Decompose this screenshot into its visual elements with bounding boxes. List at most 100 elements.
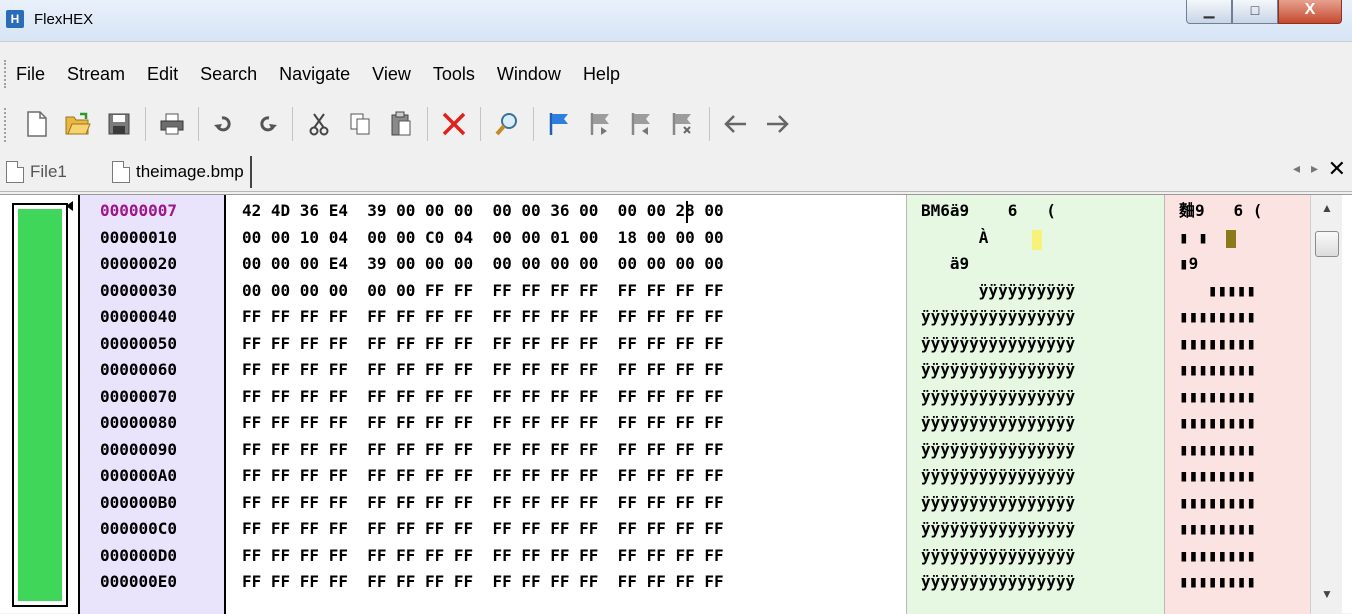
redo-button[interactable] <box>251 109 281 139</box>
scroll-up-icon[interactable]: ▲ <box>1311 201 1343 223</box>
scroll-down-icon[interactable]: ▼ <box>1311 587 1343 609</box>
tab-scroll-right-icon[interactable]: ▸ <box>1311 160 1318 177</box>
print-button[interactable] <box>157 109 187 139</box>
menu-window[interactable]: Window <box>497 64 561 85</box>
ascii-row-text[interactable]: ÿÿÿÿÿÿÿÿÿÿ <box>921 279 1075 303</box>
file-overview-bar[interactable] <box>12 203 68 607</box>
back-button[interactable] <box>721 109 751 139</box>
ascii-row-text[interactable]: ÿÿÿÿÿÿÿÿÿÿÿÿÿÿÿÿ <box>921 570 1075 594</box>
save-button[interactable] <box>104 109 134 139</box>
tab-scroll-left-icon[interactable]: ◂ <box>1293 160 1300 177</box>
unicode-row-text[interactable]: ▮▮▮▮▮▮▮▮ <box>1179 491 1256 515</box>
hex-row-bytes[interactable]: 00 00 00 00 00 00 FF FF FF FF FF FF FF F… <box>242 279 724 303</box>
menu-view[interactable]: View <box>372 64 411 85</box>
ascii-column[interactable]: BM6ä9 6 ( À ä9 ÿÿÿÿÿÿÿÿÿÿ ÿÿÿÿÿÿÿÿÿÿÿÿÿÿÿ… <box>906 195 1164 614</box>
unicode-row-text[interactable]: ▮▮▮▮▮▮▮▮ <box>1179 385 1256 409</box>
previous-bookmark-button[interactable] <box>627 109 657 139</box>
minimize-button[interactable]: ▁ <box>1186 0 1232 24</box>
hex-row-bytes[interactable]: FF FF FF FF FF FF FF FF FF FF FF FF FF F… <box>242 438 724 462</box>
forward-button[interactable] <box>762 109 792 139</box>
maximize-button[interactable]: □ <box>1232 0 1278 24</box>
ascii-row-text[interactable]: ÿÿÿÿÿÿÿÿÿÿÿÿÿÿÿÿ <box>921 517 1075 541</box>
ascii-row-text[interactable]: ÿÿÿÿÿÿÿÿÿÿÿÿÿÿÿÿ <box>921 305 1075 329</box>
ascii-row-text[interactable]: ÿÿÿÿÿÿÿÿÿÿÿÿÿÿÿÿ <box>921 491 1075 515</box>
menu-edit[interactable]: Edit <box>147 64 178 85</box>
menu-grip[interactable] <box>4 60 8 88</box>
unicode-row-text[interactable]: 麯9 6 ( <box>1179 199 1262 223</box>
unicode-row-text[interactable]: ▮▮▮▮▮▮▮▮ <box>1179 411 1256 435</box>
ascii-row-text[interactable]: À <box>921 226 989 250</box>
ascii-row-text[interactable]: ÿÿÿÿÿÿÿÿÿÿÿÿÿÿÿÿ <box>921 411 1075 435</box>
toolbar-separator <box>480 107 481 141</box>
clear-bookmarks-button[interactable] <box>668 109 698 139</box>
menu-search[interactable]: Search <box>200 64 257 85</box>
menu-file[interactable]: File <box>16 64 45 85</box>
hex-row-bytes[interactable]: FF FF FF FF FF FF FF FF FF FF FF FF FF F… <box>242 358 724 382</box>
hex-row-bytes[interactable]: FF FF FF FF FF FF FF FF FF FF FF FF FF F… <box>242 305 724 329</box>
hex-grid: 00000007 00000010 00000020 00000030 00000040… <box>78 195 1312 614</box>
ascii-row-text[interactable]: ÿÿÿÿÿÿÿÿÿÿÿÿÿÿÿÿ <box>921 385 1075 409</box>
ascii-row-text[interactable]: ÿÿÿÿÿÿÿÿÿÿÿÿÿÿÿÿ <box>921 464 1075 488</box>
hex-row-bytes[interactable]: FF FF FF FF FF FF FF FF FF FF FF FF FF F… <box>242 385 724 409</box>
new-file-button[interactable] <box>22 109 52 139</box>
hex-row-bytes[interactable]: FF FF FF FF FF FF FF FF FF FF FF FF FF F… <box>242 517 724 541</box>
tab-file1[interactable]: File1 <box>6 156 67 188</box>
tab-theimage-bmp[interactable]: theimage.bmp <box>112 156 252 188</box>
address-cell: 000000B0 <box>100 492 178 512</box>
unicode-row-text[interactable]: ▮▮▮▮▮▮▮▮ <box>1179 305 1256 329</box>
close-button[interactable]: X <box>1278 0 1342 24</box>
ascii-row-text[interactable]: ÿÿÿÿÿÿÿÿÿÿÿÿÿÿÿÿ <box>921 358 1075 382</box>
vertical-scrollbar[interactable]: ▲ ▼ <box>1310 195 1342 614</box>
unicode-row-text[interactable]: ▮▮▮▮▮▮▮▮ <box>1179 544 1256 568</box>
toggle-bookmark-button[interactable] <box>545 109 575 139</box>
cut-button[interactable] <box>304 109 334 139</box>
hex-row-bytes[interactable]: FF FF FF FF FF FF FF FF FF FF FF FF FF F… <box>242 570 724 594</box>
hex-row-bytes[interactable]: 00 00 10 04 00 00 C0 04 00 00 01 00 18 0… <box>242 226 724 250</box>
menu-stream[interactable]: Stream <box>67 64 125 85</box>
copy-button[interactable] <box>345 109 375 139</box>
hex-row-bytes[interactable]: 42 4D 36 E4 39 00 00 00 00 00 36 00 00 0… <box>242 199 724 223</box>
unicode-row-text[interactable]: ▮9 <box>1179 252 1198 276</box>
hex-row-bytes[interactable]: FF FF FF FF FF FF FF FF FF FF FF FF FF F… <box>242 411 724 435</box>
close-tab-icon[interactable]: ✕ <box>1328 156 1346 182</box>
toolbar-separator <box>709 107 710 141</box>
address-cell: 00000010 <box>100 227 178 247</box>
hex-row-bytes[interactable]: FF FF FF FF FF FF FF FF FF FF FF FF FF F… <box>242 544 724 568</box>
hex-row-bytes[interactable]: FF FF FF FF FF FF FF FF FF FF FF FF FF F… <box>242 491 724 515</box>
hex-row-bytes[interactable]: 00 00 00 E4 39 00 00 00 00 00 00 00 00 0… <box>242 252 724 276</box>
menu-help[interactable]: Help <box>583 64 620 85</box>
unicode-row-text[interactable]: ▮▮▮▮▮▮▮▮ <box>1179 464 1256 488</box>
unicode-row-text[interactable]: ▮▮▮▮▮ <box>1179 279 1256 303</box>
ascii-row-text[interactable]: ÿÿÿÿÿÿÿÿÿÿÿÿÿÿÿÿ <box>921 438 1075 462</box>
unicode-row-text[interactable]: ▮▮▮▮▮▮▮▮ <box>1179 332 1256 356</box>
ascii-row-text[interactable]: ÿÿÿÿÿÿÿÿÿÿÿÿÿÿÿÿ <box>921 332 1075 356</box>
hex-row-bytes[interactable]: FF FF FF FF FF FF FF FF FF FF FF FF FF F… <box>242 332 724 356</box>
menu-navigate[interactable]: Navigate <box>279 64 350 85</box>
ascii-row-text[interactable]: ä9 <box>921 252 969 276</box>
hex-editor: 00000007 00000010 00000020 00000030 00000040… <box>0 194 1352 614</box>
menu-tools[interactable]: Tools <box>433 64 475 85</box>
ascii-row-text[interactable]: BM6ä9 6 ( <box>921 199 1056 223</box>
find-button[interactable] <box>492 109 522 139</box>
open-button[interactable] <box>63 109 93 139</box>
unicode-row-text[interactable]: ▮▮▮▮▮▮▮▮ <box>1179 570 1256 594</box>
undo-button[interactable] <box>210 109 240 139</box>
ascii-row-text[interactable]: ÿÿÿÿÿÿÿÿÿÿÿÿÿÿÿÿ <box>921 544 1075 568</box>
address-cell: 000000C0 <box>100 519 178 538</box>
hex-row-bytes[interactable]: FF FF FF FF FF FF FF FF FF FF FF FF FF F… <box>242 464 724 488</box>
unicode-row-text[interactable]: ▮ ▮ <box>1179 226 1208 250</box>
unicode-row-text[interactable]: ▮▮▮▮▮▮▮▮ <box>1179 358 1256 382</box>
paste-button[interactable] <box>386 109 416 139</box>
address-column: 00000007 00000010 00000020 00000030 00000040… <box>80 195 226 614</box>
hex-column[interactable]: 42 4D 36 E4 39 00 00 00 00 00 36 00 00 0… <box>228 195 906 614</box>
unicode-row-text[interactable]: ▮▮▮▮▮▮▮▮ <box>1179 438 1256 462</box>
unicode-selection-highlight <box>1226 230 1236 248</box>
address-cell: 00000020 <box>100 254 178 273</box>
unicode-row-text[interactable]: ▮▮▮▮▮▮▮▮ <box>1179 517 1256 541</box>
delete-button[interactable] <box>439 109 469 139</box>
redo-icon <box>260 116 277 132</box>
unicode-column[interactable]: 麯9 6 (▮ ▮ ▮9 ▮▮▮▮▮ ▮▮▮▮▮▮▮▮ ▮▮▮▮▮▮▮▮ ▮▮▮▮▮▮▮… <box>1164 195 1312 614</box>
toolbar-grip[interactable] <box>4 108 8 142</box>
next-bookmark-button[interactable] <box>586 109 616 139</box>
scroll-thumb[interactable] <box>1315 231 1339 257</box>
